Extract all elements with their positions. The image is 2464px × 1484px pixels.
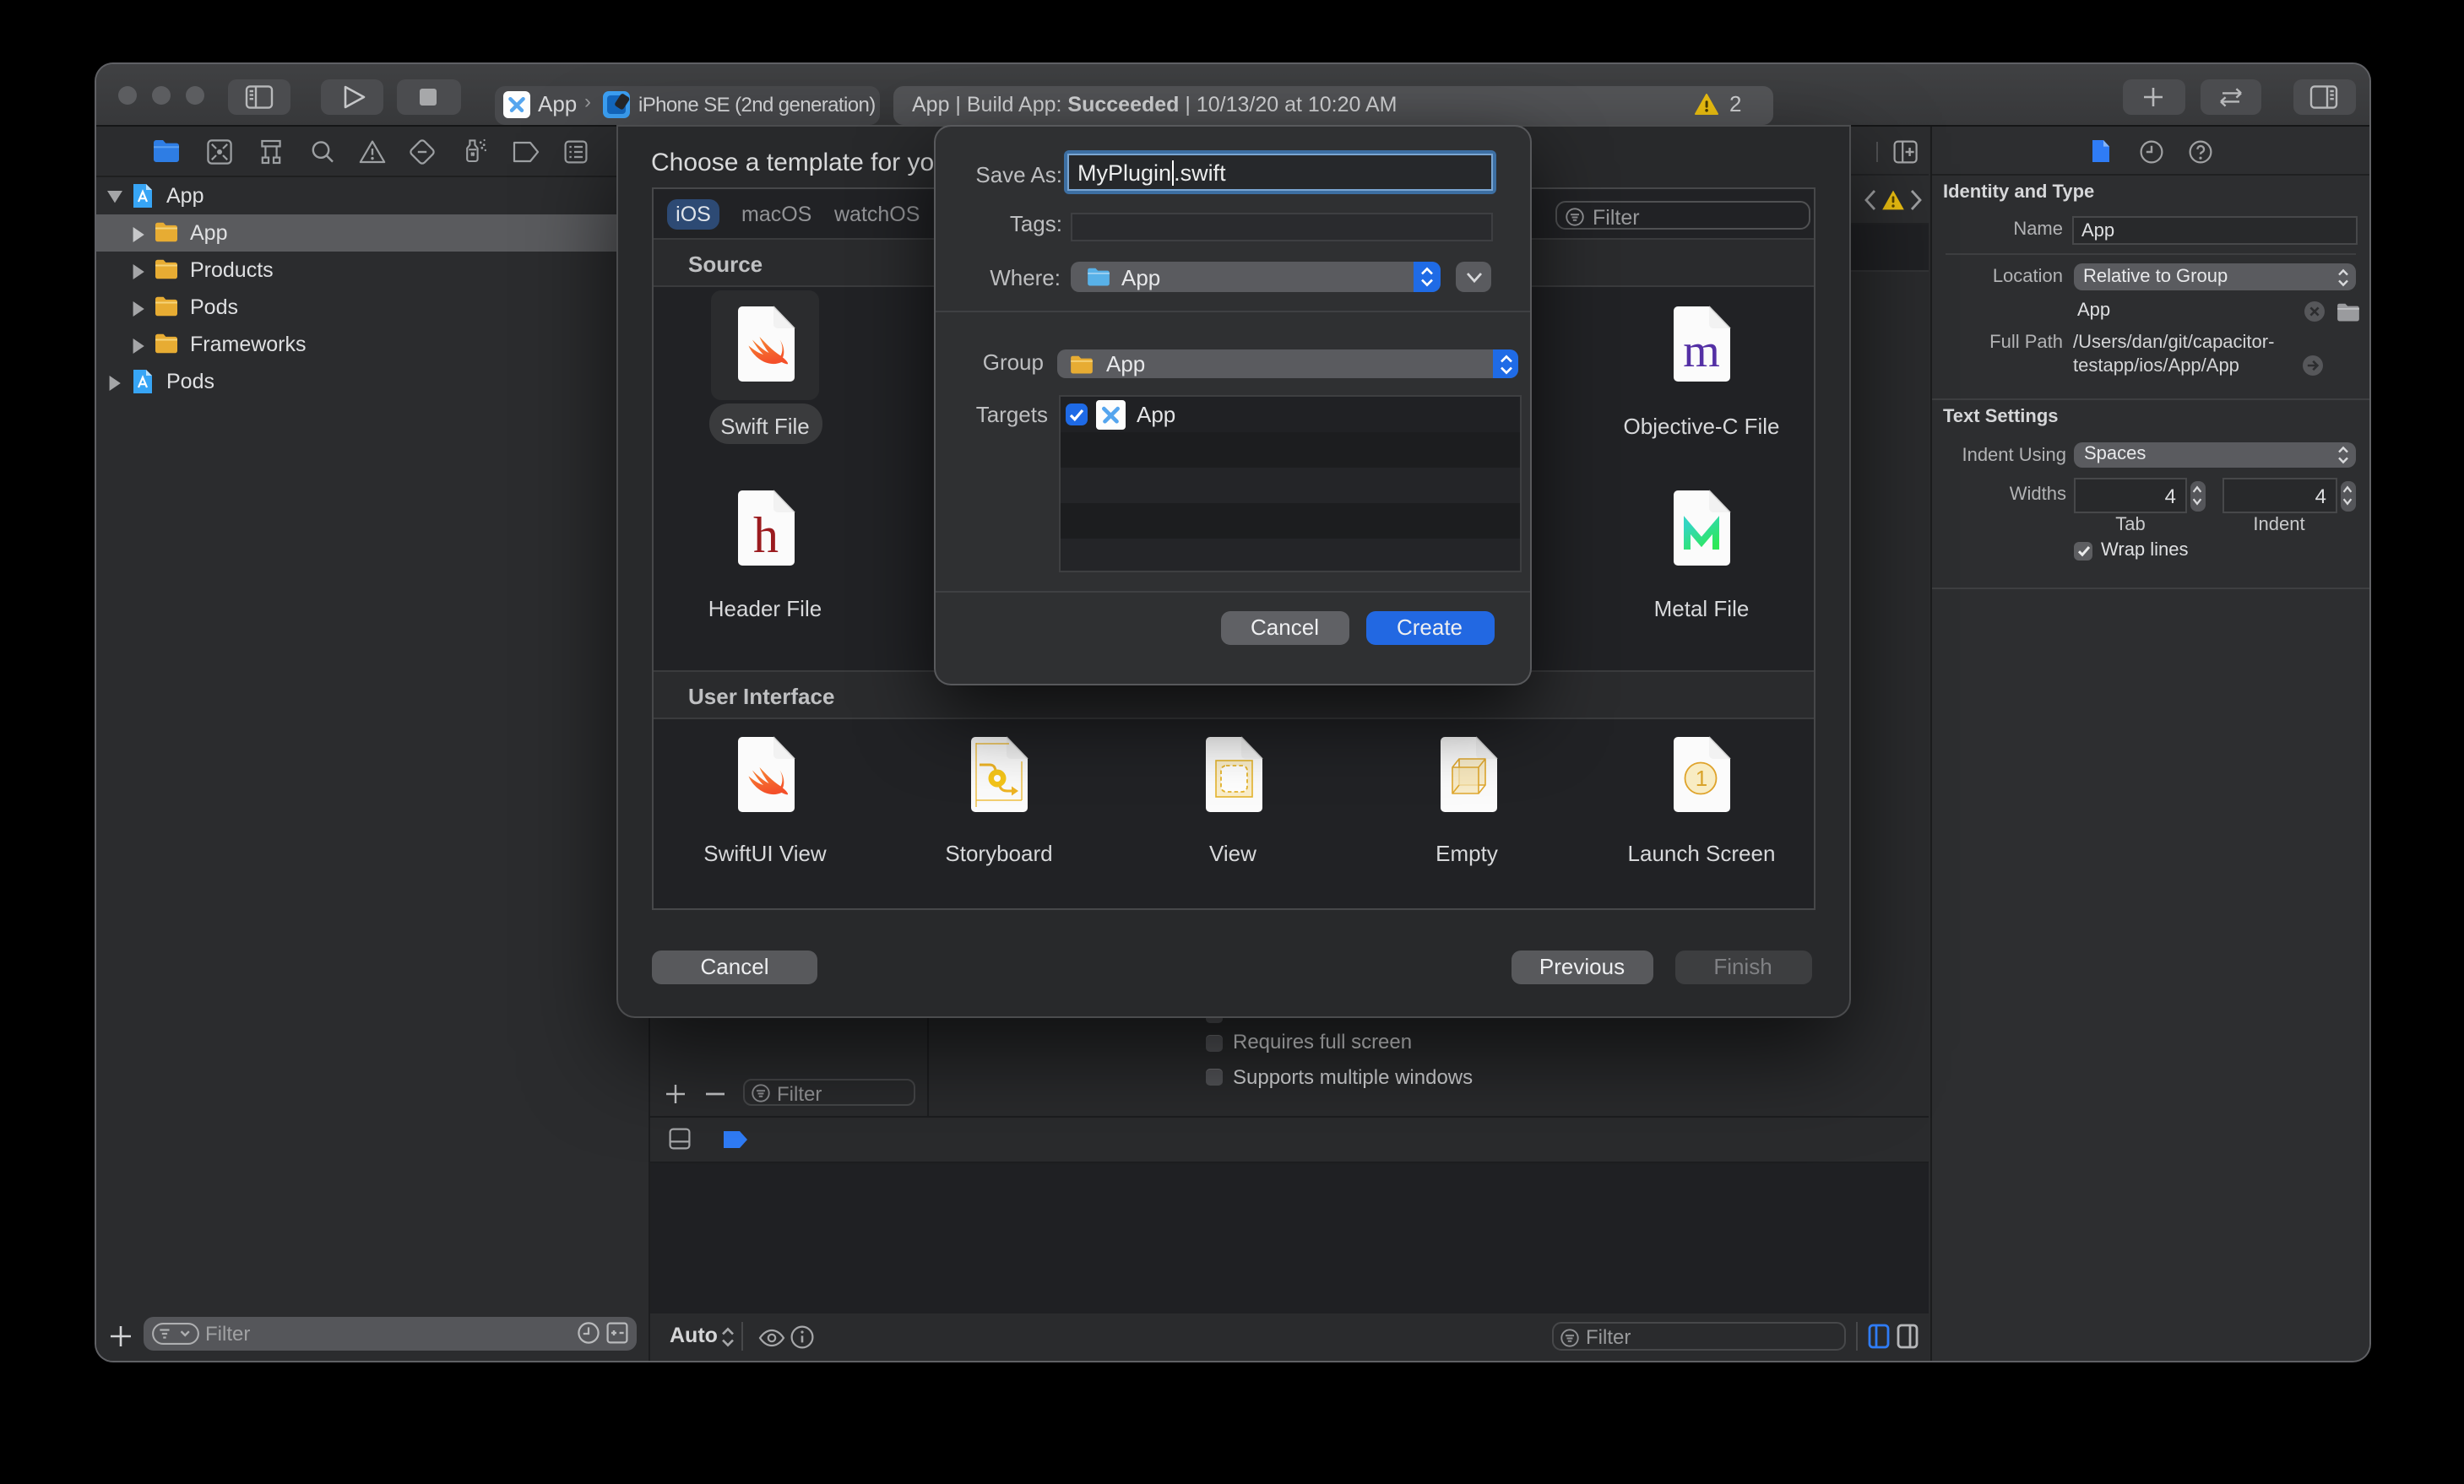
svg-text:1: 1 xyxy=(1696,765,1707,790)
svg-text:h: h xyxy=(752,507,778,563)
svg-text:m: m xyxy=(1683,324,1720,376)
